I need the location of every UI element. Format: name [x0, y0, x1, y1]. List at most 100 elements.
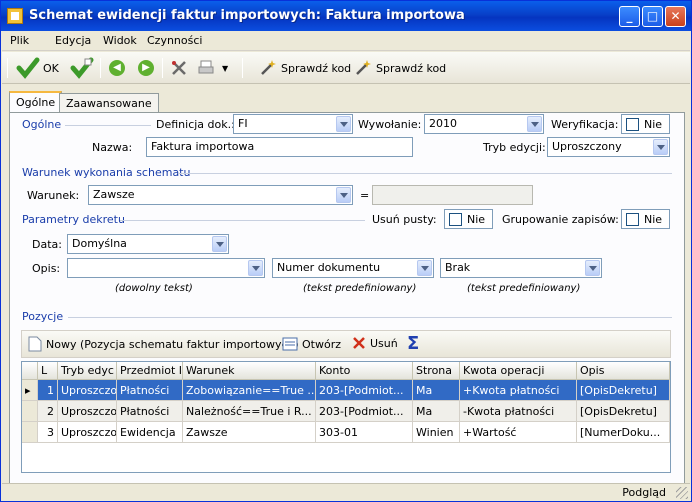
ok-button[interactable]: OK: [16, 56, 59, 80]
cell-condition: Zawsze: [183, 422, 316, 443]
delete-icon: [353, 337, 365, 349]
checkbox-box[interactable]: [449, 213, 462, 226]
close-button[interactable]: ✕: [665, 6, 686, 27]
chevron-down-icon[interactable]: [417, 260, 432, 276]
invocation-value: 2010: [429, 117, 457, 130]
check-code-button-1[interactable]: Sprawdź kod: [259, 56, 351, 80]
remove-empty-checkbox[interactable]: Nie: [444, 209, 493, 229]
arrow-left-icon: ◀: [109, 60, 125, 76]
chevron-down-icon[interactable]: [585, 260, 600, 276]
definition-value: FI: [238, 117, 248, 130]
window-title: Schemat ewidencji faktur importowych: Fa…: [29, 8, 465, 23]
status-bar: Podgląd: [2, 483, 690, 501]
checkbox-box[interactable]: [626, 213, 639, 226]
divider: [120, 220, 365, 221]
toolbar-separator: [100, 58, 101, 78]
section-decree: Parametry dekretu: [22, 213, 125, 226]
chevron-down-icon[interactable]: [653, 139, 668, 155]
chevron-down-icon[interactable]: [212, 236, 227, 252]
condition-label: Warunek:: [27, 189, 80, 202]
grid-header-mode[interactable]: Tryb edyc: [58, 362, 117, 380]
previous-button[interactable]: ◀: [109, 56, 125, 80]
verification-checkbox[interactable]: Nie: [621, 114, 670, 134]
row-indicator: [22, 422, 38, 443]
grid-header-condition[interactable]: Warunek: [183, 362, 316, 380]
open-button[interactable]: Otwórz: [282, 336, 341, 352]
grid-header-amount[interactable]: Kwota operacji: [460, 362, 577, 380]
checkbox-box[interactable]: [626, 118, 639, 131]
cell-desc: [OpisDekretu]: [577, 380, 670, 401]
chevron-down-icon[interactable]: [336, 187, 351, 203]
minimize-button[interactable]: _: [619, 6, 640, 27]
chevron-down-icon[interactable]: [527, 116, 542, 132]
section-general: Ogólne: [22, 118, 62, 131]
edit-mode-value: Uproszczony: [552, 140, 622, 153]
desc-select-3[interactable]: Brak: [440, 258, 602, 278]
check-code-label-2: Sprawdź kod: [376, 61, 447, 75]
cell-side: Ma: [413, 380, 460, 401]
cell-desc: [OpisDekretu]: [577, 401, 670, 422]
tab-ogolne[interactable]: Ogólne: [9, 91, 63, 113]
print-button[interactable]: [197, 56, 215, 80]
title-bar[interactable]: Schemat ewidencji faktur importowych: Fa…: [1, 1, 691, 31]
date-select[interactable]: Domyślna: [67, 234, 229, 254]
name-label: Nazwa:: [92, 141, 133, 154]
menu-plik[interactable]: Plik: [10, 34, 29, 47]
menu-widok[interactable]: Widok: [103, 34, 137, 47]
main-window: Schemat ewidencji faktur importowych: Fa…: [0, 0, 692, 502]
definition-label: Definicja dok.:: [156, 118, 235, 131]
grid-header-side[interactable]: Strona: [413, 362, 460, 380]
definition-select[interactable]: FI: [233, 114, 353, 134]
checkmark-plus-icon: [70, 57, 94, 79]
chevron-down-icon: ▼: [222, 63, 229, 73]
grid-indicator-header: [22, 362, 38, 380]
grid-header-account[interactable]: Konto: [316, 362, 413, 380]
menu-czynnosci[interactable]: Czynności: [147, 34, 202, 47]
row-indicator: ▸: [22, 380, 38, 401]
open-label: Otwórz: [302, 337, 341, 351]
cell-subject: Płatności: [117, 380, 183, 401]
cell-side: Winien: [413, 422, 460, 443]
next-button[interactable]: ▶: [138, 56, 154, 80]
desc-select-2[interactable]: Numer dokumentu: [272, 258, 434, 278]
chevron-down-icon[interactable]: [248, 260, 263, 276]
grid-header-l[interactable]: L: [38, 362, 58, 380]
grid-header-subject[interactable]: Przedmiot I: [117, 362, 183, 380]
print-dropdown-button[interactable]: ▼: [222, 56, 228, 80]
name-input[interactable]: Faktura importowa: [146, 137, 413, 157]
delete-button[interactable]: Usuń: [352, 336, 398, 350]
chevron-down-icon[interactable]: [336, 116, 351, 132]
edit-mode-label: Tryb edycji:: [483, 141, 546, 154]
toolbar: OK ◀ ▶ ▼ Sprawdź kod Sprawdź kod: [2, 52, 690, 84]
grouping-checkbox[interactable]: Nie: [621, 209, 670, 229]
remove-empty-value: Nie: [467, 213, 486, 226]
divider: [68, 317, 672, 318]
delete-label: Usuń: [370, 336, 398, 350]
cell-condition: Zobowiązanie==True ...: [183, 380, 316, 401]
resize-grip-icon[interactable]: [676, 487, 688, 499]
condition-value: Zawsze: [93, 188, 135, 201]
edit-mode-select[interactable]: Uproszczony: [547, 137, 670, 157]
toolbar-separator: [162, 58, 163, 78]
menu-edycja[interactable]: Edycja: [55, 34, 91, 47]
checkmark-icon: [16, 57, 40, 79]
condition-select[interactable]: Zawsze: [88, 185, 353, 205]
cell-amount: -Kwota płatności: [460, 401, 577, 422]
ok-new-button[interactable]: [70, 56, 94, 80]
check-code-button-2[interactable]: Sprawdź kod: [354, 56, 446, 80]
arrow-right-icon: ▶: [138, 60, 154, 76]
invocation-select[interactable]: 2010: [424, 114, 544, 134]
condition-expression: [372, 185, 533, 205]
status-text: Podgląd: [622, 486, 666, 499]
cell-amount: +Kwota płatności: [460, 380, 577, 401]
tab-zaawansowane[interactable]: Zaawansowane: [59, 93, 159, 113]
sum-button[interactable]: Σ: [407, 333, 419, 354]
cell-account: 203-[Podmiot...: [316, 380, 413, 401]
desc-select-1[interactable]: [67, 258, 265, 278]
invocation-label: Wywołanie:: [358, 118, 422, 131]
new-position-button[interactable]: Nowy (Pozycja schematu faktur importowyc…: [28, 336, 299, 352]
tools-button[interactable]: [170, 56, 188, 80]
cell-mode: Uproszczo: [58, 401, 117, 422]
grid-header-desc[interactable]: Opis: [577, 362, 670, 380]
maximize-button[interactable]: □: [642, 6, 663, 27]
